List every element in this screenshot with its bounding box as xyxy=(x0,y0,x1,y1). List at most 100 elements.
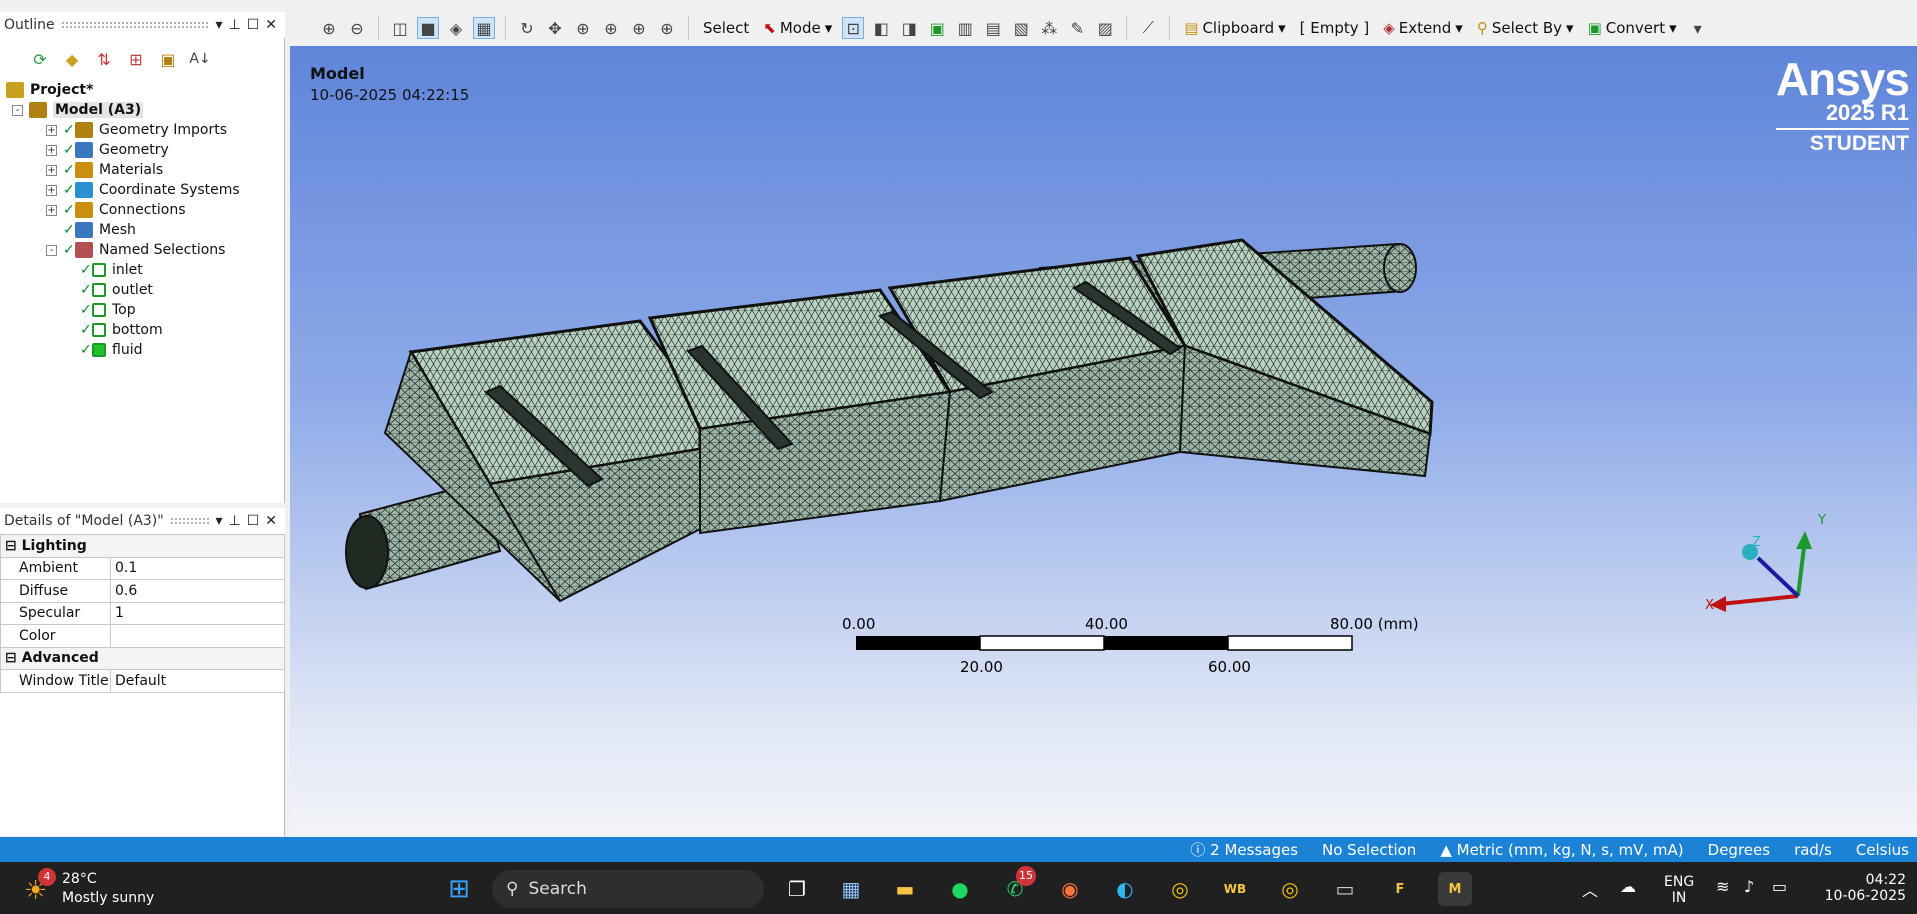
zoom-out-icon[interactable]: ⊖ xyxy=(346,17,368,39)
select-face-icon[interactable]: ◨ xyxy=(898,17,920,39)
property-value[interactable]: 1 xyxy=(110,601,285,625)
tree-item[interactable]: ✓ Mesh xyxy=(46,220,136,240)
select-by-dropdown[interactable]: ⚲ Select By ▾ xyxy=(1473,19,1578,37)
chart-icon[interactable]: ⟋ xyxy=(1137,17,1159,39)
body-view-icon[interactable]: ◈ xyxy=(445,17,467,39)
select-element-face-icon[interactable]: ▤ xyxy=(982,17,1004,39)
tree-item[interactable]: ✓ inlet xyxy=(80,260,143,280)
tree-item[interactable]: ✓ Top xyxy=(80,300,136,320)
collapse-icon[interactable]: - xyxy=(12,104,23,116)
rate-units[interactable]: rad/s xyxy=(1794,841,1832,859)
tree-item[interactable]: - Model (A3) xyxy=(12,100,144,120)
tree-item[interactable]: Project* xyxy=(6,80,93,100)
select-edge-icon[interactable]: ◧ xyxy=(870,17,892,39)
sort-icon[interactable]: ⇅ xyxy=(94,49,114,69)
details-row[interactable]: Diffuse 0.6 xyxy=(0,579,285,603)
label-icon[interactable]: ✎ xyxy=(1066,17,1088,39)
wireframe-icon[interactable]: ◫ xyxy=(389,17,411,39)
coordinate-icon[interactable]: ⁂ xyxy=(1038,17,1060,39)
tree-item[interactable]: ✓ outlet xyxy=(80,280,153,300)
property-value[interactable]: Default xyxy=(110,669,285,693)
angle-units[interactable]: Degrees xyxy=(1708,841,1770,859)
outline-drag-handle[interactable] xyxy=(60,21,210,29)
expand-icon[interactable]: + xyxy=(46,184,57,196)
convert-dropdown[interactable]: ▣ Convert ▾ xyxy=(1584,19,1681,37)
pin-icon[interactable]: ⊥ xyxy=(229,513,241,529)
select-node-icon[interactable]: ▥ xyxy=(954,17,976,39)
tree-item[interactable]: ✓ bottom xyxy=(80,320,163,340)
extend-dropdown[interactable]: ◈ Extend ▾ xyxy=(1379,19,1467,37)
expand-all-icon[interactable]: ⊞ xyxy=(126,49,146,69)
file-explorer-button[interactable]: ▬ xyxy=(888,872,922,906)
whatsapp-button[interactable]: ✆ 15 xyxy=(998,866,1036,906)
annotation-icon[interactable]: ▨ xyxy=(1094,17,1116,39)
mode-dropdown[interactable]: ⬉ Mode ▾ xyxy=(759,19,836,37)
tree-item[interactable]: + ✓ Geometry xyxy=(46,140,169,160)
filter-icon[interactable]: ▣ xyxy=(158,49,178,69)
expand-icon[interactable]: + xyxy=(46,164,57,176)
refresh-icon[interactable]: ⟳ xyxy=(30,49,50,69)
task-view-button[interactable]: ❐ xyxy=(780,872,814,906)
dropdown-icon[interactable]: ▾ xyxy=(215,17,222,33)
fluent-button[interactable]: F xyxy=(1383,872,1417,906)
rotate-icon[interactable]: ↻ xyxy=(516,17,538,39)
eraser-icon[interactable]: ◆ xyxy=(62,49,82,69)
chrome-profile-button[interactable]: ◎ xyxy=(1273,872,1307,906)
fit-icon[interactable]: ⊕ xyxy=(628,17,650,39)
terminal-button[interactable]: ▭ xyxy=(1328,872,1362,906)
start-button[interactable]: ⊞ xyxy=(442,872,476,906)
collapse-icon[interactable]: ⊟ xyxy=(5,650,22,666)
close-icon[interactable]: ✕ xyxy=(265,17,277,33)
details-row[interactable]: Specular 1 xyxy=(0,601,285,625)
details-group-header[interactable]: ⊟ Lighting xyxy=(0,534,285,558)
select-element-icon[interactable]: ▧ xyxy=(1010,17,1032,39)
magnify-icon[interactable]: ⊕ xyxy=(656,17,678,39)
details-row[interactable]: Window Title Default xyxy=(0,669,285,693)
zoom-icon[interactable]: ⊕ xyxy=(572,17,594,39)
tree-item[interactable]: ✓ fluid xyxy=(80,340,142,360)
mechanical-button[interactable]: M xyxy=(1438,872,1472,906)
onedrive-icon[interactable]: ☁ xyxy=(1620,877,1636,896)
temperature-units[interactable]: Celsius xyxy=(1856,841,1909,859)
clipboard-dropdown[interactable]: ▤ Clipboard ▾ xyxy=(1180,19,1289,37)
overflow-icon[interactable]: ▾ xyxy=(1687,17,1709,39)
tree-item[interactable]: - ✓ Named Selections xyxy=(46,240,225,260)
expand-icon[interactable]: + xyxy=(46,124,57,136)
zoom-to-fit-icon[interactable]: ⊕ xyxy=(318,17,340,39)
maximize-icon[interactable]: ☐ xyxy=(247,513,260,529)
close-icon[interactable]: ✕ xyxy=(265,513,277,529)
expand-icon[interactable]: + xyxy=(46,204,57,216)
tree-item[interactable]: + ✓ Geometry Imports xyxy=(46,120,227,140)
pan-icon[interactable]: ✥ xyxy=(544,17,566,39)
firefox-button[interactable]: ◉ xyxy=(1053,872,1087,906)
spotify-button[interactable]: ● xyxy=(943,872,977,906)
select-body-icon[interactable]: ▣ xyxy=(926,17,948,39)
tree-item[interactable]: + ✓ Materials xyxy=(46,160,163,180)
pin-icon[interactable]: ⊥ xyxy=(229,17,241,33)
workbench-button[interactable]: WB xyxy=(1218,872,1252,906)
tree-item[interactable]: + ✓ Connections xyxy=(46,200,186,220)
volume-icon[interactable]: ♪ xyxy=(1744,877,1754,896)
section-icon[interactable]: ▦ xyxy=(473,17,495,39)
battery-icon[interactable]: ▭ xyxy=(1772,877,1787,896)
dropdown-icon[interactable]: ▾ xyxy=(215,513,222,529)
messages-indicator[interactable]: ⓘ 2 Messages xyxy=(1190,839,1298,860)
clock[interactable]: 04:22 10-06-2025 xyxy=(1806,872,1906,904)
expand-icon[interactable]: + xyxy=(46,144,57,156)
tree-item[interactable]: + ✓ Coordinate Systems xyxy=(46,180,240,200)
details-group-header[interactable]: ⊟ Advanced xyxy=(0,646,285,670)
collapse-icon[interactable]: ⊟ xyxy=(5,538,22,554)
property-value[interactable]: 0.1 xyxy=(110,556,285,580)
select-vertex-icon[interactable]: ⊡ xyxy=(842,17,865,39)
wifi-icon[interactable]: ≋ xyxy=(1716,877,1729,896)
graphics-viewport[interactable]: Model 10-06-2025 04:22:15 Ansys 2025 R1 … xyxy=(290,46,1917,837)
chrome-button[interactable]: ◎ xyxy=(1163,872,1197,906)
details-row[interactable]: Ambient 0.1 xyxy=(0,556,285,580)
edge-button[interactable]: ◐ xyxy=(1108,872,1142,906)
details-drag-handle[interactable] xyxy=(169,517,210,525)
details-row[interactable]: Color xyxy=(0,624,285,648)
collapse-icon[interactable]: - xyxy=(46,244,57,256)
store-button[interactable]: ▦ xyxy=(834,872,868,906)
shaded-icon[interactable]: ■ xyxy=(417,17,439,39)
property-value[interactable] xyxy=(110,624,285,648)
